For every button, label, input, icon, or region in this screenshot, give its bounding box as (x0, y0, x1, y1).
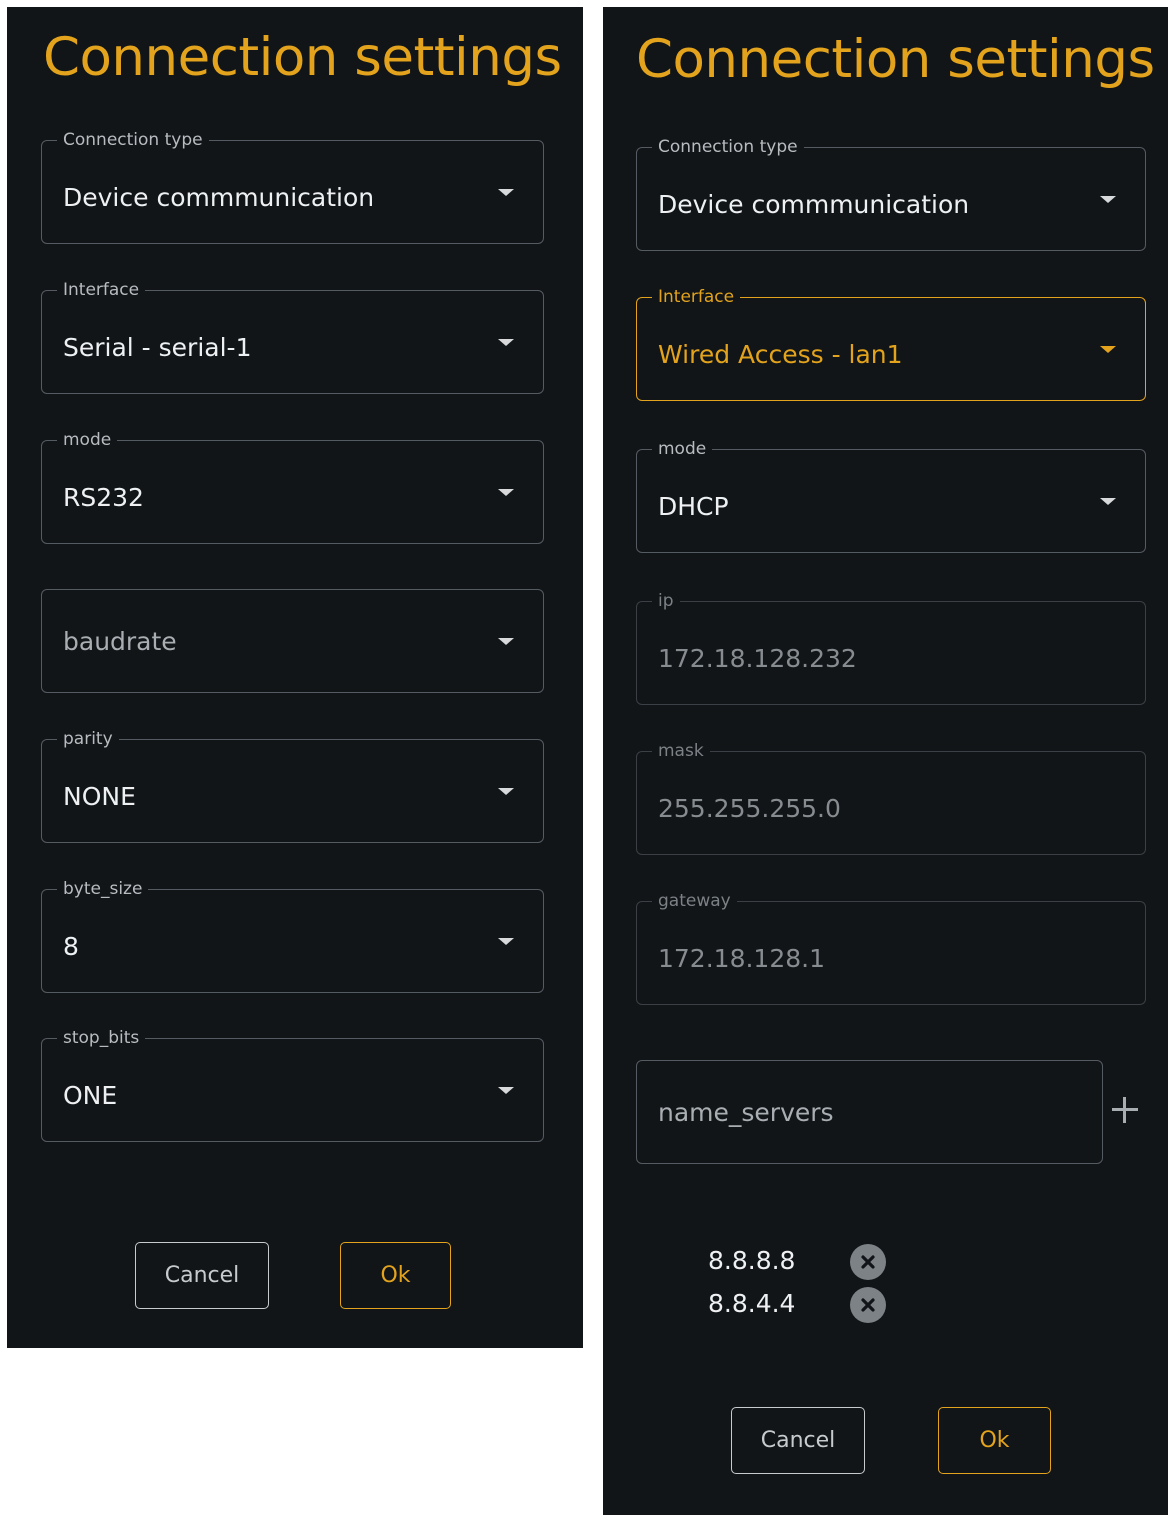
dialog-title: Connection settings (43, 27, 562, 88)
mask-field: mask 255.255.255.0 (636, 741, 1146, 855)
chevron-down-icon (498, 339, 514, 346)
list-item: 8.8.4.4 (708, 1287, 898, 1323)
chevron-down-icon (1100, 498, 1116, 505)
interface-select[interactable]: Interface Serial - serial-1 (41, 280, 544, 394)
chevron-down-icon (498, 489, 514, 496)
field-label: Connection type (57, 130, 209, 150)
field-value: Device commmunication (658, 190, 970, 219)
byte-size-select[interactable]: byte_size 8 (41, 879, 544, 993)
field-value: DHCP (658, 492, 729, 521)
connection-settings-dialog-serial: Connection settings Connection type Devi… (7, 7, 583, 1348)
field-value: ONE (63, 1081, 118, 1110)
field-label: mode (652, 439, 713, 459)
ip-field: ip 172.18.128.232 (636, 591, 1146, 705)
chevron-down-icon (498, 189, 514, 196)
field-value: 8 (63, 932, 79, 961)
dialog-title: Connection settings (636, 29, 1155, 90)
chevron-down-icon (498, 788, 514, 795)
parity-select[interactable]: parity NONE (41, 729, 544, 843)
field-label: parity (57, 729, 119, 749)
plus-icon[interactable] (1110, 1095, 1140, 1125)
name-server-value: 8.8.8.8 (708, 1246, 796, 1275)
interface-select[interactable]: Interface Wired Access - lan1 (636, 287, 1146, 401)
field-value: RS232 (63, 483, 144, 512)
field-label: stop_bits (57, 1028, 146, 1048)
chevron-down-icon (1100, 346, 1116, 353)
field-value: Device commmunication (63, 183, 375, 212)
mode-select[interactable]: mode RS232 (41, 430, 544, 544)
field-label: mask (652, 741, 710, 761)
chevron-down-icon (1100, 196, 1116, 203)
list-item: 8.8.8.8 (708, 1244, 898, 1280)
name-server-value: 8.8.4.4 (708, 1289, 796, 1318)
chevron-down-icon (498, 938, 514, 945)
field-value: 172.18.128.232 (658, 644, 857, 673)
name-servers-input[interactable]: name_servers (636, 1060, 1103, 1164)
field-value: NONE (63, 782, 136, 811)
field-value: Wired Access - lan1 (658, 340, 903, 369)
cancel-button[interactable]: Cancel (135, 1242, 269, 1309)
name-servers-placeholder: name_servers (658, 1098, 834, 1127)
chevron-down-icon (498, 638, 514, 645)
field-value: 172.18.128.1 (658, 944, 825, 973)
field-label: mode (57, 430, 118, 450)
connection-type-select[interactable]: Connection type Device commmunication (41, 130, 544, 244)
baudrate-select[interactable]: baudrate (41, 589, 544, 693)
field-label: gateway (652, 891, 737, 911)
ok-button[interactable]: Ok (340, 1242, 451, 1309)
field-label: Interface (57, 280, 146, 300)
connection-settings-dialog-network: Connection settings Connection type Devi… (603, 7, 1168, 1515)
cancel-button[interactable]: Cancel (731, 1407, 865, 1474)
field-label: byte_size (57, 879, 149, 899)
remove-circle-icon[interactable] (850, 1287, 886, 1323)
field-label: Interface (652, 287, 741, 307)
field-value: 255.255.255.0 (658, 794, 841, 823)
connection-type-select[interactable]: Connection type Device commmunication (636, 137, 1146, 251)
ok-button[interactable]: Ok (938, 1407, 1051, 1474)
field-label: ip (652, 591, 680, 611)
stop-bits-select[interactable]: stop_bits ONE (41, 1028, 544, 1142)
chevron-down-icon (498, 1087, 514, 1094)
field-value: Serial - serial-1 (63, 333, 252, 362)
remove-circle-icon[interactable] (850, 1244, 886, 1280)
field-label: Connection type (652, 137, 804, 157)
baudrate-placeholder: baudrate (63, 627, 177, 656)
gateway-field: gateway 172.18.128.1 (636, 891, 1146, 1005)
mode-select[interactable]: mode DHCP (636, 439, 1146, 553)
